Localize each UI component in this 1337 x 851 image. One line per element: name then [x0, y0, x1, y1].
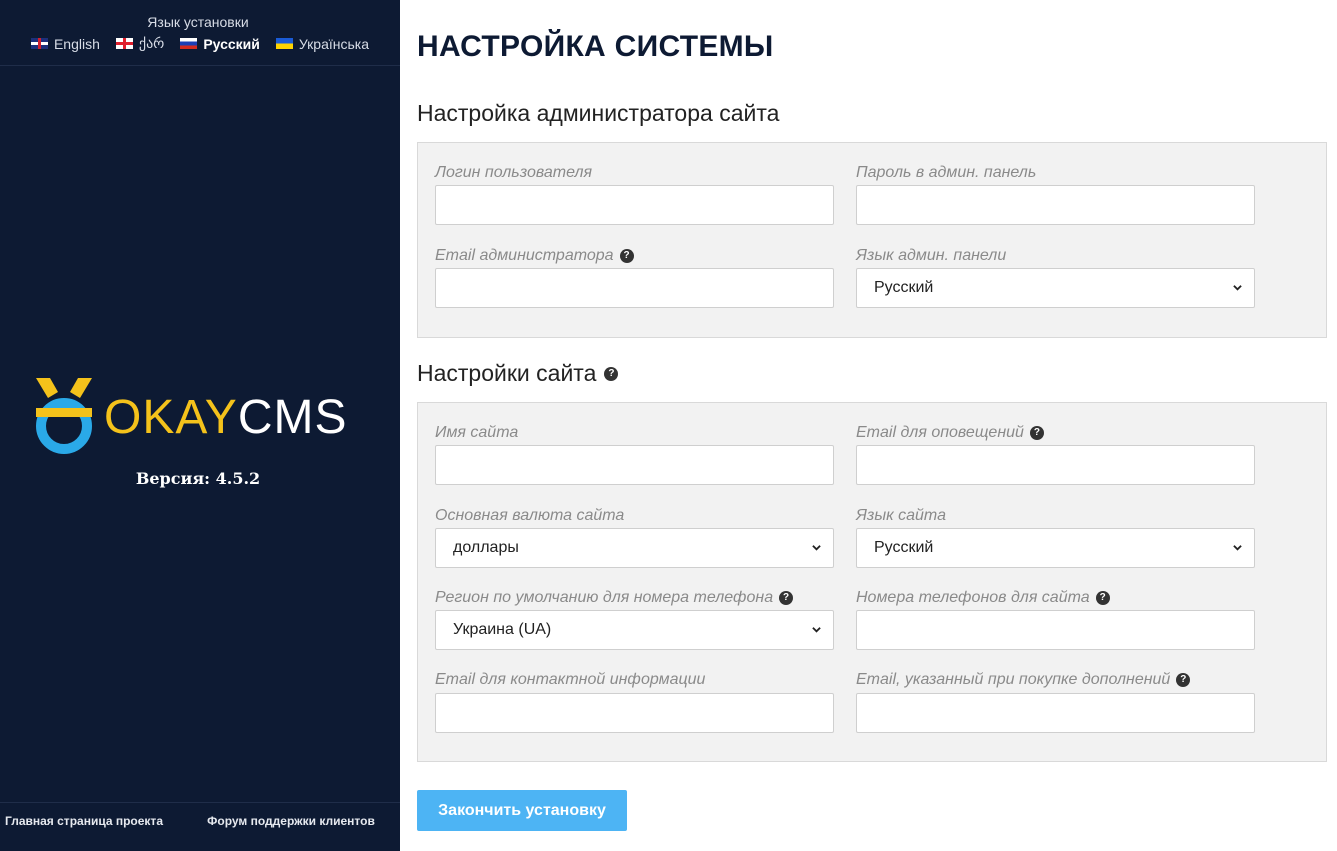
currency-label-text: Основная валюта сайта — [435, 507, 625, 524]
phones-label: Номера телефонов для сайта ? — [856, 589, 1110, 607]
admin-language-value: Русский — [874, 279, 934, 296]
notify-email-input[interactable] — [856, 445, 1255, 485]
chevron-down-icon — [812, 545, 821, 551]
purchase-email-label: Email, указанный при покупке дополнений … — [856, 671, 1191, 689]
password-label: Пароль в админ. панель — [856, 164, 1036, 182]
project-home-link[interactable]: Главная страница проекта — [0, 803, 200, 851]
language-label: ქარ — [138, 35, 165, 51]
question-circle-icon[interactable]: ? — [1029, 426, 1044, 440]
language-english[interactable]: English — [30, 35, 100, 52]
admin-language-label: Язык админ. панели — [856, 247, 1006, 265]
language-list: English ქარ Русский Українська — [0, 35, 400, 52]
uk-flag-icon — [30, 38, 48, 49]
phones-input[interactable] — [856, 610, 1255, 650]
phone-region-value: Украина (UA) — [453, 621, 552, 638]
sidebar-footer: Главная страница проекта Форум поддержки… — [0, 802, 400, 851]
language-label: Українська — [298, 35, 370, 52]
admin-language-label-text: Язык админ. панели — [856, 247, 1007, 264]
currency-select[interactable]: доллары — [435, 528, 834, 568]
chevron-down-icon — [1233, 285, 1242, 291]
okaycms-logo-mark-icon — [36, 378, 92, 454]
sidebar: Язык установки English ქარ Русский Украї… — [0, 0, 400, 851]
question-circle-icon[interactable]: ? — [1095, 591, 1110, 605]
installation-language-block: Язык установки English ქარ Русский Украї… — [0, 0, 400, 66]
contact-email-label-text: Email для контактной информации — [435, 671, 706, 688]
contact-email-label: Email для контактной информации — [435, 671, 705, 689]
page-title: НАСТРОЙКА СИСТЕМЫ — [417, 30, 774, 63]
okaycms-wordmark: OKAYCMS — [104, 394, 348, 442]
phone-region-label: Регион по умолчанию для номера телефона … — [435, 589, 794, 607]
admin-settings-panel: Логин пользователя Пароль в админ. панел… — [417, 142, 1327, 338]
question-circle-icon[interactable]: ? — [604, 366, 619, 381]
version-label: Версия: 4.5.2 — [135, 469, 261, 488]
currency-value: доллары — [453, 539, 519, 556]
purchase-email-input[interactable] — [856, 693, 1255, 733]
notify-email-label-text: Email для оповещений — [856, 424, 1024, 441]
password-label-text: Пароль в админ. панель — [856, 164, 1037, 181]
question-circle-icon[interactable]: ? — [619, 249, 634, 263]
admin-language-select[interactable]: Русский — [856, 268, 1255, 308]
login-label: Логин пользователя — [435, 164, 592, 182]
language-russian[interactable]: Русский — [180, 35, 260, 52]
site-language-select[interactable]: Русский — [856, 528, 1255, 568]
language-label: English — [53, 35, 100, 52]
question-circle-icon[interactable]: ? — [1176, 673, 1191, 687]
language-title: Язык установки — [147, 14, 249, 30]
site-settings-panel: Имя сайта Email для оповещений ? Основна… — [417, 402, 1327, 762]
finish-installation-button[interactable]: Закончить установку — [417, 790, 627, 831]
password-input[interactable] — [856, 185, 1255, 225]
currency-label: Основная валюта сайта — [435, 507, 624, 525]
okaycms-logo: OKAYCMS — [36, 376, 376, 456]
site-section-title: Настройки сайта ? — [417, 360, 619, 387]
phone-region-label-text: Регион по умолчанию для номера телефона — [435, 589, 774, 606]
site-language-value: Русский — [874, 539, 934, 556]
phone-region-select[interactable]: Украина (UA) — [435, 610, 834, 650]
site-section-title-text: Настройки сайта — [417, 360, 597, 386]
ukraine-flag-icon — [275, 38, 293, 49]
support-forum-link[interactable]: Форум поддержки клиентов — [200, 803, 400, 851]
admin-email-label: Email администратора ? — [435, 247, 634, 265]
chevron-down-icon — [812, 627, 821, 633]
login-label-text: Логин пользователя — [435, 164, 593, 181]
language-georgian[interactable]: ქარ — [115, 35, 165, 52]
login-input[interactable] — [435, 185, 834, 225]
admin-email-label-text: Email администратора — [435, 247, 614, 264]
site-name-label-text: Имя сайта — [435, 424, 519, 441]
chevron-down-icon — [1233, 545, 1242, 551]
logo-cms-text: CMS — [237, 391, 348, 444]
site-name-input[interactable] — [435, 445, 834, 485]
admin-section-title: Настройка администратора сайта — [417, 100, 779, 127]
question-circle-icon[interactable]: ? — [779, 591, 794, 605]
admin-email-input[interactable] — [435, 268, 834, 308]
language-label: Русский — [203, 35, 260, 52]
site-language-label-text: Язык сайта — [856, 507, 946, 524]
georgia-flag-icon — [115, 38, 133, 49]
contact-email-input[interactable] — [435, 693, 834, 733]
site-name-label: Имя сайта — [435, 424, 518, 442]
phones-label-text: Номера телефонов для сайта — [856, 589, 1090, 606]
notify-email-label: Email для оповещений ? — [856, 424, 1044, 442]
russia-flag-icon — [180, 38, 198, 49]
site-language-label: Язык сайта — [856, 507, 946, 525]
admin-section-title-text: Настройка администратора сайта — [417, 100, 780, 126]
purchase-email-label-text: Email, указанный при покупке дополнений — [856, 671, 1171, 688]
language-ukrainian[interactable]: Українська — [275, 35, 370, 52]
logo-okay-text: OKAY — [104, 391, 238, 444]
